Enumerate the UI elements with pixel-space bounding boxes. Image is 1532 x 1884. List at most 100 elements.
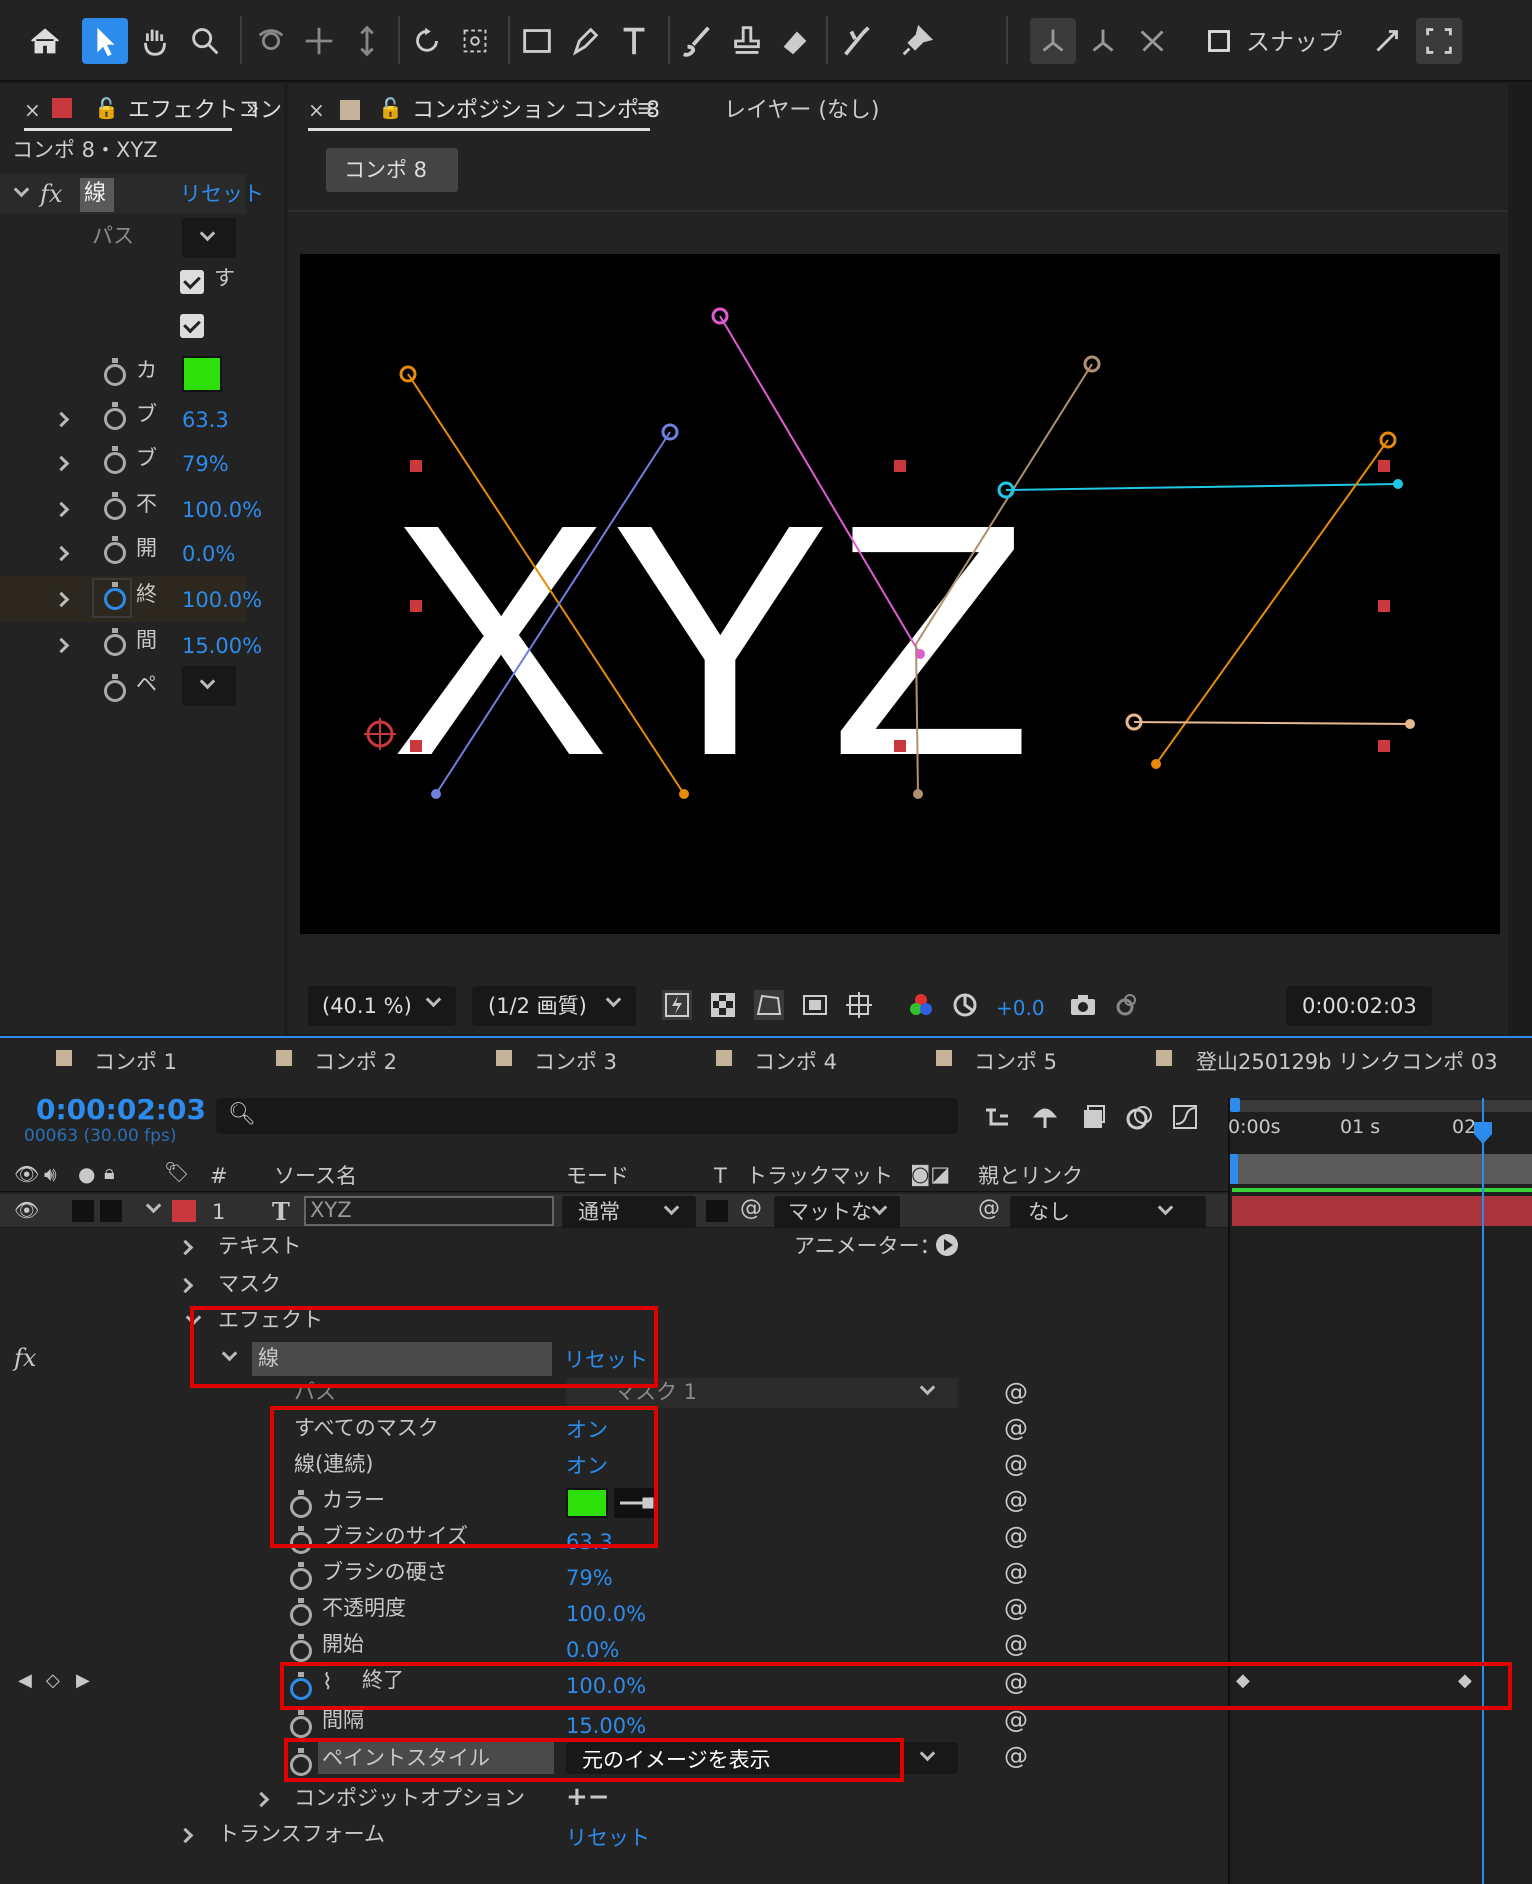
- timeline-tab[interactable]: コンポ 4: [754, 1052, 837, 1073]
- col-parent[interactable]: 親とリンク: [978, 1166, 1083, 1187]
- timeline-tab[interactable]: コンポ 2: [314, 1052, 397, 1073]
- ec-end-value[interactable]: 100.0%: [182, 590, 262, 611]
- ec-stroke-seq-checkbox[interactable]: [180, 314, 204, 338]
- anchor-tool-icon[interactable]: [452, 18, 498, 64]
- lock-icon[interactable]: 🔓: [378, 98, 403, 118]
- effect-reset-link[interactable]: リセット: [180, 184, 264, 205]
- expand-chevron-icon[interactable]: [253, 1791, 270, 1808]
- bounding-handle[interactable]: [894, 460, 906, 472]
- ec-all-masks-checkbox[interactable]: [180, 270, 204, 294]
- prop-transform[interactable]: トランスフォーム: [218, 1824, 385, 1845]
- bounding-handle[interactable]: [410, 460, 422, 472]
- comp-tab-title[interactable]: コンポジション コンポ 8: [412, 100, 660, 122]
- expression-pickwhip-icon[interactable]: @: [1004, 1380, 1028, 1404]
- selection-tool-icon[interactable]: [82, 18, 128, 64]
- add-remove-icon[interactable]: +−: [566, 1784, 610, 1810]
- bounding-handle[interactable]: [410, 600, 422, 612]
- ec-spacing-stopwatch-icon[interactable]: [104, 628, 126, 656]
- path-vertex[interactable]: [1151, 759, 1161, 769]
- work-area-bar[interactable]: [1232, 1100, 1532, 1112]
- parent-pickwhip-icon[interactable]: @: [978, 1198, 1000, 1220]
- motion-blur-icon[interactable]: [1124, 1102, 1154, 1132]
- expression-pickwhip-icon[interactable]: @: [1004, 1524, 1028, 1548]
- expand-icon[interactable]: [1364, 18, 1410, 64]
- work-area-left[interactable]: [1230, 1154, 1238, 1184]
- brush-hardness-value[interactable]: 79%: [566, 1568, 613, 1589]
- animator-add-icon[interactable]: [936, 1234, 958, 1256]
- expand-chevron-icon[interactable]: [53, 501, 70, 518]
- ec-brush-hard-value[interactable]: 79%: [182, 454, 229, 475]
- mask-visibility-icon[interactable]: [754, 990, 784, 1020]
- ec-brush-size-value[interactable]: 63.3: [182, 410, 229, 431]
- exposure-value[interactable]: +0.0: [996, 998, 1045, 1018]
- channels-icon[interactable]: [906, 990, 936, 1020]
- graph-editor-icon[interactable]: [1170, 1102, 1200, 1132]
- lock-column-icon[interactable]: 🔒︎: [104, 1162, 115, 1182]
- work-area-start-handle[interactable]: [1230, 1098, 1240, 1112]
- expand-chevron-icon[interactable]: [53, 545, 70, 562]
- rectangle-tool-icon[interactable]: [514, 18, 560, 64]
- preserve-transparency-box[interactable]: [706, 1200, 728, 1222]
- expression-pickwhip-icon[interactable]: @: [1004, 1416, 1028, 1440]
- ec-spacing-value[interactable]: 15.00%: [182, 636, 262, 657]
- expand-chevron-icon[interactable]: [177, 1239, 194, 1256]
- home-icon[interactable]: [22, 18, 68, 64]
- shy-layers-icon[interactable]: [1030, 1102, 1060, 1132]
- close-icon[interactable]: ×: [24, 100, 41, 120]
- pan-camera-icon[interactable]: [296, 18, 342, 64]
- ec-path-dropdown[interactable]: [182, 218, 236, 258]
- comp-flowchart-icon[interactable]: [982, 1102, 1012, 1132]
- path-vertex[interactable]: [913, 789, 923, 799]
- col-source-name[interactable]: ソース名: [274, 1166, 357, 1187]
- expression-pickwhip-icon[interactable]: @: [1004, 1744, 1028, 1768]
- next-keyframe-icon[interactable]: ▶: [76, 1672, 90, 1690]
- expand-chevron-icon[interactable]: [53, 455, 70, 472]
- snap-label[interactable]: スナップ: [1246, 30, 1342, 54]
- snap-checkbox-icon[interactable]: [1196, 18, 1242, 64]
- effect-header-row[interactable]: fx 線 リセット: [0, 174, 264, 214]
- ec-opacity-stopwatch-icon[interactable]: [104, 492, 126, 520]
- eye-icon[interactable]: 👁︎: [14, 1200, 39, 1220]
- pen-tool-icon[interactable]: [562, 18, 608, 64]
- comp-viewer[interactable]: XYZ: [300, 254, 1500, 934]
- video-switch-icon[interactable]: 👁︎: [14, 1164, 39, 1184]
- timeline-tab[interactable]: コンポ 5: [974, 1052, 1057, 1073]
- spacing-value[interactable]: 15.00%: [566, 1716, 646, 1737]
- timeline-tab[interactable]: コンポ 3: [534, 1052, 617, 1073]
- collapse-chevron-icon[interactable]: [13, 181, 30, 198]
- axis-world-icon[interactable]: [1080, 18, 1126, 64]
- bounding-handle[interactable]: [410, 740, 422, 752]
- expression-pickwhip-icon[interactable]: @: [1004, 1560, 1028, 1584]
- col-trackmatte[interactable]: トラックマット: [746, 1166, 893, 1187]
- snapshot-camera-icon[interactable]: [1068, 990, 1098, 1020]
- timeline-tab[interactable]: 登山250129b リンクコンポ 03: [1196, 1052, 1498, 1073]
- opacity-value[interactable]: 100.0%: [566, 1604, 646, 1625]
- brush-tool-icon[interactable]: [674, 18, 720, 64]
- stopwatch-icon[interactable]: [290, 1562, 312, 1590]
- ec-color-stopwatch-icon[interactable]: [104, 358, 126, 386]
- ec-color-swatch[interactable]: [182, 356, 222, 392]
- timeline-timecode[interactable]: 0:00:02:03: [36, 1096, 206, 1124]
- timeline-tab[interactable]: コンポ 1: [94, 1052, 177, 1073]
- expand-chevron-icon[interactable]: [177, 1277, 194, 1294]
- expand-chevron-icon[interactable]: [177, 1827, 194, 1844]
- prop-mask[interactable]: マスク: [218, 1274, 281, 1295]
- col-t[interactable]: T: [714, 1166, 727, 1187]
- col-mode[interactable]: モード: [566, 1166, 629, 1187]
- start-value[interactable]: 0.0%: [566, 1640, 619, 1661]
- fx-icon[interactable]: fx: [40, 182, 62, 206]
- axis-view-icon[interactable]: [1130, 18, 1176, 64]
- bounding-handle[interactable]: [894, 740, 906, 752]
- solo-icon[interactable]: ●: [78, 1164, 95, 1184]
- layer-duration-bar[interactable]: [1232, 1196, 1532, 1226]
- ec-paint-style-stopwatch-icon[interactable]: [104, 674, 126, 702]
- work-area-range[interactable]: [1232, 1154, 1532, 1184]
- stopwatch-icon[interactable]: [290, 1710, 312, 1738]
- fit-view-icon[interactable]: [1416, 18, 1462, 64]
- expand-chevron-icon[interactable]: [53, 637, 70, 654]
- prev-keyframe-icon[interactable]: ◀: [18, 1672, 32, 1690]
- path-vertex[interactable]: [1405, 719, 1415, 729]
- prop-composite-options[interactable]: コンポジットオプション: [294, 1788, 525, 1809]
- hand-tool-icon[interactable]: [132, 18, 178, 64]
- path-vertex[interactable]: [1393, 479, 1403, 489]
